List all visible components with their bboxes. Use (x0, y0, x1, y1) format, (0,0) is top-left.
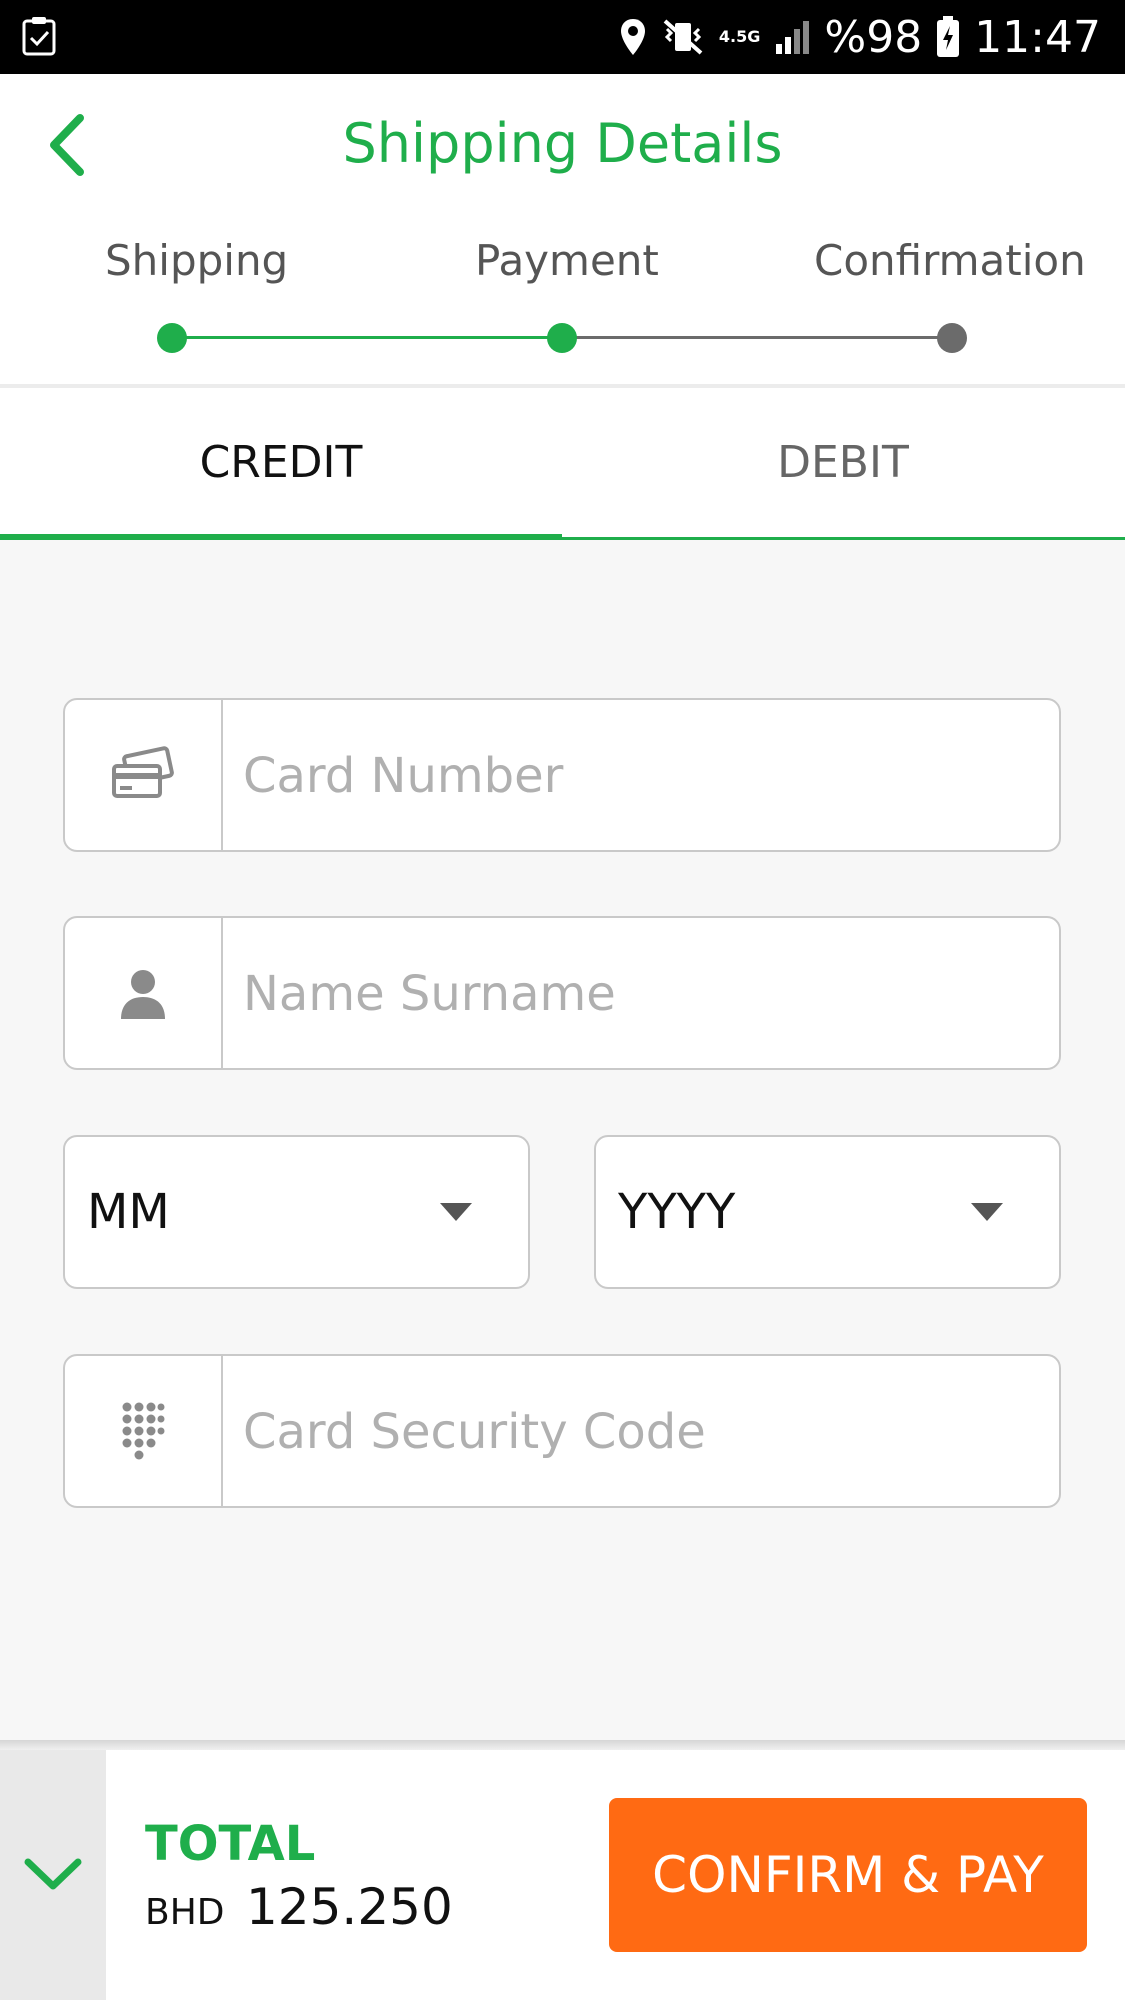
status-bar: 4.5G %98 11:47 (0, 0, 1125, 74)
bottom-bar: TOTAL BHD 125.250 CONFIRM & PAY (0, 1750, 1125, 2000)
step-dot-confirmation (937, 323, 967, 353)
clock: 11:47 (974, 11, 1101, 63)
security-code-input[interactable] (241, 1356, 1045, 1508)
tab-credit[interactable]: CREDIT (0, 388, 562, 537)
step-dot-shipping (157, 323, 187, 353)
security-code-icon-box (65, 1356, 223, 1506)
security-code-field (63, 1354, 1061, 1508)
step-label-shipping: Shipping (105, 236, 289, 285)
year-value: YYYY (618, 1184, 736, 1240)
name-surname-input[interactable] (241, 918, 1045, 1070)
name-icon-box (65, 918, 223, 1068)
network-type: 4.5G (718, 27, 761, 46)
person-icon (121, 970, 165, 1019)
step-dot-payment (547, 323, 577, 353)
currency-label: BHD (145, 1892, 225, 1933)
expand-summary-button[interactable] (0, 1750, 106, 2000)
month-value: MM (87, 1184, 170, 1240)
bottom-bar-shadow (0, 1740, 1125, 1750)
step-connector-pending (562, 336, 952, 339)
step-connector-done (172, 336, 562, 339)
header: Shipping Details Shipping Payment Confir… (0, 74, 1125, 384)
card-number-input[interactable] (241, 700, 1045, 852)
total-amount: 125.250 (246, 1878, 453, 1936)
keypad-icon (122, 1402, 165, 1460)
card-type-tabs: CREDIT DEBIT (0, 388, 1125, 540)
task-check-icon (22, 17, 56, 56)
tab-debit[interactable]: DEBIT (562, 388, 1124, 537)
year-select[interactable]: YYYY (594, 1135, 1061, 1289)
chevron-down-icon (971, 1203, 1003, 1221)
tab-active-indicator (0, 534, 562, 540)
name-field (63, 916, 1061, 1070)
card-number-icon-box (65, 700, 223, 850)
location-icon (620, 19, 645, 55)
chevron-down-icon (440, 1203, 472, 1221)
chevron-down-icon (24, 1858, 82, 1890)
credit-card-icon (112, 746, 174, 798)
confirm-pay-button[interactable]: CONFIRM & PAY (609, 1798, 1087, 1952)
vibrate-mute-icon (663, 19, 703, 55)
page-title: Shipping Details (342, 112, 783, 175)
signal-icon (776, 21, 810, 54)
card-number-field (63, 698, 1061, 852)
step-label-payment: Payment (475, 236, 659, 285)
battery-percent: %98 (824, 11, 923, 63)
step-label-confirmation: Confirmation (814, 236, 1086, 285)
month-select[interactable]: MM (63, 1135, 530, 1289)
battery-charging-icon (937, 16, 960, 57)
total-label: TOTAL (145, 1816, 316, 1872)
